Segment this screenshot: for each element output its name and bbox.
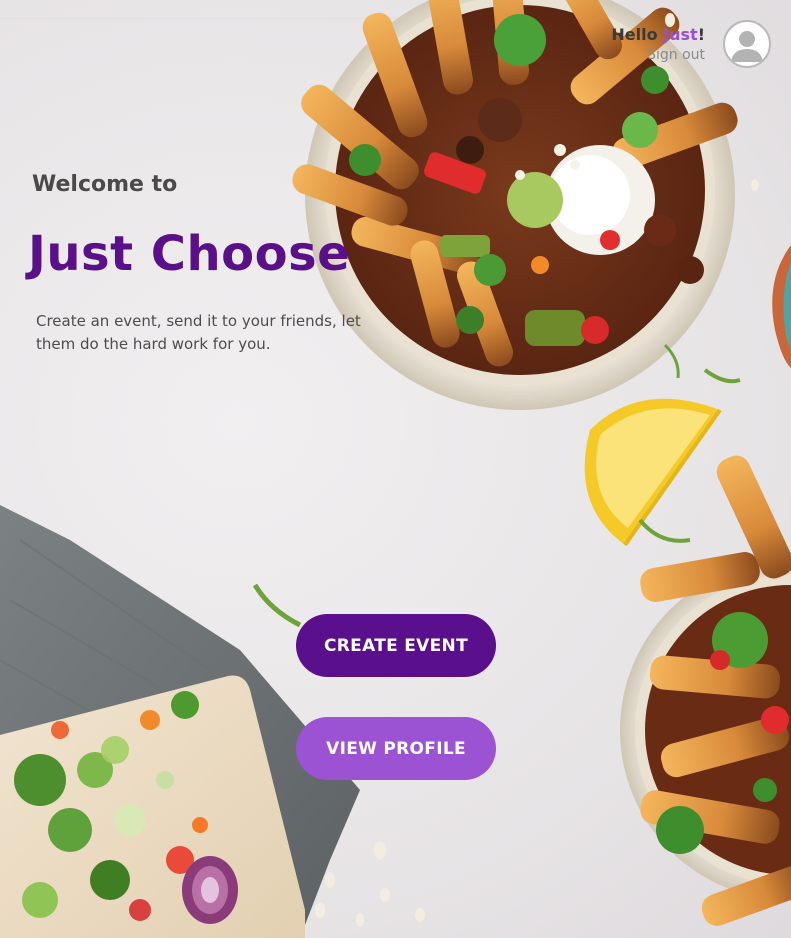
tagline-text: Create an event, send it to your friends…	[36, 312, 361, 353]
user-greeting: Hello Just! Sign out	[611, 24, 705, 64]
create-event-button[interactable]: CREATE EVENT	[296, 614, 496, 677]
landing-page: Hello Just! Sign out Welcome to Just Cho…	[0, 0, 791, 938]
food-background-image	[0, 0, 791, 938]
greeting-prefix: Hello	[611, 25, 664, 44]
user-avatar-icon	[731, 31, 763, 62]
user-name: Just	[663, 25, 698, 44]
view-profile-button[interactable]: VIEW PROFILE	[296, 717, 496, 780]
welcome-heading: Welcome to	[32, 172, 178, 197]
app-title: Just Choose	[28, 226, 351, 282]
signout-link[interactable]: Sign out	[611, 46, 705, 64]
avatar[interactable]	[723, 20, 771, 68]
greeting-suffix: !	[697, 25, 705, 44]
greeting-text: Hello Just!	[611, 24, 705, 46]
